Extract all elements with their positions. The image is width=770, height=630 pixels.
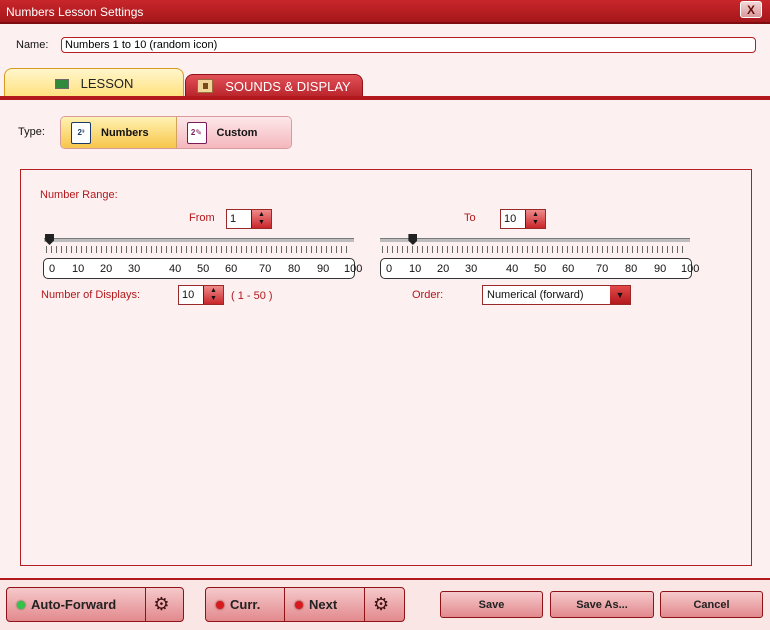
custom-doc-icon: 2✎ [186, 121, 207, 144]
displays-spinner-arrows[interactable]: ▲ ▼ [203, 286, 223, 304]
scale-tick-label: 70 [596, 263, 609, 275]
from-spinner-arrows[interactable]: ▲ ▼ [251, 210, 271, 228]
from-slider-track[interactable] [44, 238, 354, 242]
type-label: Type: [18, 126, 45, 138]
from-value[interactable]: 1 [227, 210, 251, 228]
scale-tick-label: 40 [506, 263, 519, 275]
from-slider-ticks [46, 246, 350, 253]
type-custom-button[interactable]: 2✎ Custom [176, 117, 291, 148]
status-dot-red-icon [295, 600, 303, 609]
gear-icon: ⚙ [373, 594, 390, 614]
next-label: Next [309, 597, 338, 612]
from-scale: 0 10 20 30 40 50 60 70 80 90 100 [43, 258, 362, 279]
to-value[interactable]: 10 [501, 210, 525, 228]
type-numbers-button[interactable]: 2³ Numbers [61, 117, 177, 148]
displays-spinner[interactable]: 10 ▲ ▼ [178, 285, 224, 305]
type-selector: 2³ Numbers 2✎ Custom [60, 116, 292, 149]
save-button[interactable]: Save [440, 591, 543, 618]
scale-tick-label: 0 [49, 263, 56, 275]
tab-lesson-label: LESSON [80, 76, 134, 91]
chevron-down-icon[interactable]: ▼ [610, 286, 630, 304]
tab-sounds-label: SOUNDS & DISPLAY [225, 78, 351, 94]
from-spinner[interactable]: 1 ▲ ▼ [226, 209, 272, 229]
save-as-button[interactable]: Save As... [550, 591, 654, 618]
window-title: Numbers Lesson Settings [6, 5, 144, 19]
lesson-icon [54, 78, 69, 89]
numbers-doc-icon: 2³ [71, 121, 91, 144]
scale-tick-label: 20 [100, 263, 113, 275]
scale-tick-label: 10 [409, 263, 422, 275]
scale-tick-label: 100 [344, 263, 363, 275]
order-label: Order: [412, 289, 444, 301]
number-range-label: Number Range: [40, 189, 118, 201]
scale-tick-label: 0 [386, 263, 393, 275]
to-slider-track[interactable] [380, 238, 690, 242]
curr-label: Curr. [230, 597, 261, 612]
auto-forward-label: Auto-Forward [31, 597, 117, 612]
auto-forward-button[interactable]: Auto-Forward [7, 588, 145, 621]
type-numbers-label: Numbers [101, 126, 149, 139]
displays-range-hint: ( 1 - 50 ) [231, 290, 273, 302]
status-dot-green-icon [17, 600, 25, 609]
auto-forward-settings-button[interactable]: ⚙ [145, 588, 183, 621]
title-bar: Numbers Lesson Settings X [0, 0, 770, 24]
scale-tick-label: 60 [562, 263, 575, 275]
scale-tick-label: 100 [681, 263, 700, 275]
scale-tick-label: 90 [317, 263, 330, 275]
curr-next-settings-button[interactable]: ⚙ [364, 588, 404, 621]
scale-tick-label: 90 [654, 263, 667, 275]
close-button[interactable]: X [740, 1, 762, 18]
lesson-settings-panel [20, 169, 752, 566]
gear-icon: ⚙ [153, 594, 170, 614]
cancel-button[interactable]: Cancel [660, 591, 763, 618]
curr-button[interactable]: Curr. [206, 588, 284, 621]
type-custom-label: Custom [216, 126, 258, 139]
tab-divider [0, 96, 770, 100]
scale-tick-label: 50 [534, 263, 547, 275]
scale-tick-label: 10 [72, 263, 85, 275]
to-label: To [464, 212, 476, 224]
from-label: From [189, 212, 215, 224]
speaker-icon [197, 79, 214, 93]
scale-tick-label: 20 [437, 263, 450, 275]
scale-tick-label: 70 [259, 263, 272, 275]
status-dot-red-icon [216, 600, 224, 609]
auto-forward-group: Auto-Forward ⚙ [6, 587, 184, 622]
order-value[interactable]: Numerical (forward) [483, 286, 610, 304]
displays-value[interactable]: 10 [179, 286, 203, 304]
to-spinner-arrows[interactable]: ▲ ▼ [525, 210, 545, 228]
name-input[interactable] [61, 37, 756, 53]
scale-tick-label: 60 [225, 263, 238, 275]
number-of-displays-label: Number of Displays: [41, 289, 141, 301]
to-slider-ticks [382, 246, 686, 253]
order-select[interactable]: Numerical (forward) ▼ [482, 285, 631, 305]
curr-next-group: Curr. Next ⚙ [205, 587, 405, 622]
next-button[interactable]: Next [284, 588, 364, 621]
scale-tick-label: 80 [288, 263, 301, 275]
scale-tick-label: 30 [465, 263, 478, 275]
scale-tick-label: 80 [625, 263, 638, 275]
scale-tick-label: 30 [128, 263, 141, 275]
name-label: Name: [16, 39, 49, 51]
to-scale: 0 10 20 30 40 50 60 70 80 90 100 [380, 258, 699, 279]
tab-lesson[interactable]: LESSON [4, 68, 184, 98]
tab-sounds-display[interactable]: SOUNDS & DISPLAY [185, 74, 363, 97]
scale-tick-label: 50 [197, 263, 210, 275]
to-spinner[interactable]: 10 ▲ ▼ [500, 209, 546, 229]
scale-tick-label: 40 [169, 263, 182, 275]
